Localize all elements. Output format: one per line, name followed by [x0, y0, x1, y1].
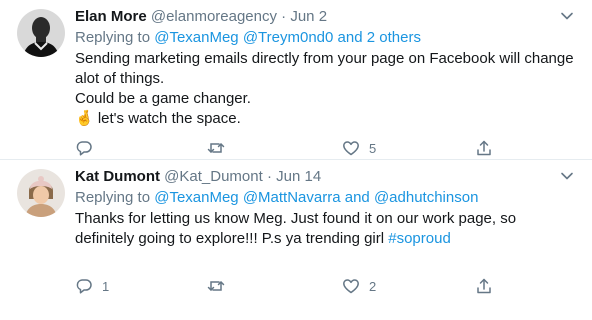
- share-button[interactable]: [475, 276, 493, 296]
- share-icon: [477, 278, 491, 294]
- replying-to: Replying to @TexanMeg @Treym0nd0 and 2 o…: [75, 28, 578, 48]
- share-button[interactable]: [475, 138, 493, 158]
- replying-to: Replying to @TexanMeg @MattNavarra and @…: [75, 188, 578, 208]
- timestamp[interactable]: Jun 14: [276, 168, 321, 185]
- tweet-header: Elan More @elanmoreagency · Jun 2: [75, 7, 578, 27]
- tweet-actions: 1 2: [75, 276, 555, 296]
- avatar[interactable]: [17, 9, 65, 57]
- mention-link[interactable]: @TexanMeg: [154, 189, 238, 206]
- reply-button[interactable]: 1: [75, 276, 109, 296]
- timestamp[interactable]: Jun 2: [290, 8, 327, 25]
- tweet-text-line: Could be a game changer.: [75, 90, 251, 107]
- reply-icon: [76, 279, 92, 294]
- like-button[interactable]: 5: [342, 138, 376, 158]
- like-button[interactable]: 2: [342, 276, 376, 296]
- replying-to-label: Replying to: [75, 29, 151, 46]
- display-name[interactable]: Elan More: [75, 8, 147, 25]
- tweet-actions: 5: [75, 138, 555, 158]
- tweet-text-line: Thanks for letting us know Meg. Just fou…: [75, 209, 578, 249]
- tweet-text-line: 🤞 let's watch the space.: [75, 110, 241, 127]
- and-label: and: [344, 189, 370, 206]
- tweet-text: Sending marketing emails directly from y…: [75, 49, 578, 129]
- chevron-down-icon[interactable]: [560, 9, 574, 23]
- reply-icon: [76, 141, 92, 156]
- like-count: 5: [369, 140, 377, 156]
- handle[interactable]: @Kat_Dumont: [164, 168, 263, 185]
- tweet-text: Thanks for letting us know Meg. Just fou…: [75, 209, 578, 249]
- reply-button[interactable]: [75, 138, 102, 158]
- display-name[interactable]: Kat Dumont: [75, 168, 160, 185]
- hashtag-link[interactable]: #soproud: [388, 230, 451, 247]
- like-icon: [343, 141, 359, 156]
- replying-to-label: Replying to: [75, 189, 151, 206]
- and-label: and: [337, 29, 363, 46]
- mention-link[interactable]: @Treym0nd0: [243, 29, 334, 46]
- retweet-icon: [207, 143, 225, 153]
- reply-count: 1: [102, 278, 110, 294]
- tweet[interactable]: Kat Dumont @Kat_Dumont · Jun 14 Replying…: [0, 160, 592, 320]
- others-link[interactable]: 2 others: [367, 29, 421, 46]
- retweet-button[interactable]: [207, 276, 234, 296]
- mention-link[interactable]: @TexanMeg: [154, 29, 238, 46]
- tweet-text-line: Sending marketing emails directly from y…: [75, 50, 574, 87]
- chevron-down-icon[interactable]: [560, 169, 574, 183]
- separator: ·: [266, 168, 272, 185]
- separator: ·: [281, 8, 287, 25]
- like-count: 2: [369, 278, 377, 294]
- retweet-icon: [207, 281, 225, 291]
- tweet-header: Kat Dumont @Kat_Dumont · Jun 14: [75, 167, 578, 187]
- handle[interactable]: @elanmoreagency: [151, 8, 277, 25]
- avatar[interactable]: [17, 169, 65, 217]
- tweet[interactable]: Elan More @elanmoreagency · Jun 2 Replyi…: [0, 0, 592, 160]
- share-icon: [477, 140, 491, 156]
- like-icon: [343, 279, 359, 294]
- mention-link[interactable]: @MattNavarra: [243, 189, 341, 206]
- retweet-button[interactable]: [207, 138, 234, 158]
- mention-link[interactable]: @adhutchinson: [374, 189, 478, 206]
